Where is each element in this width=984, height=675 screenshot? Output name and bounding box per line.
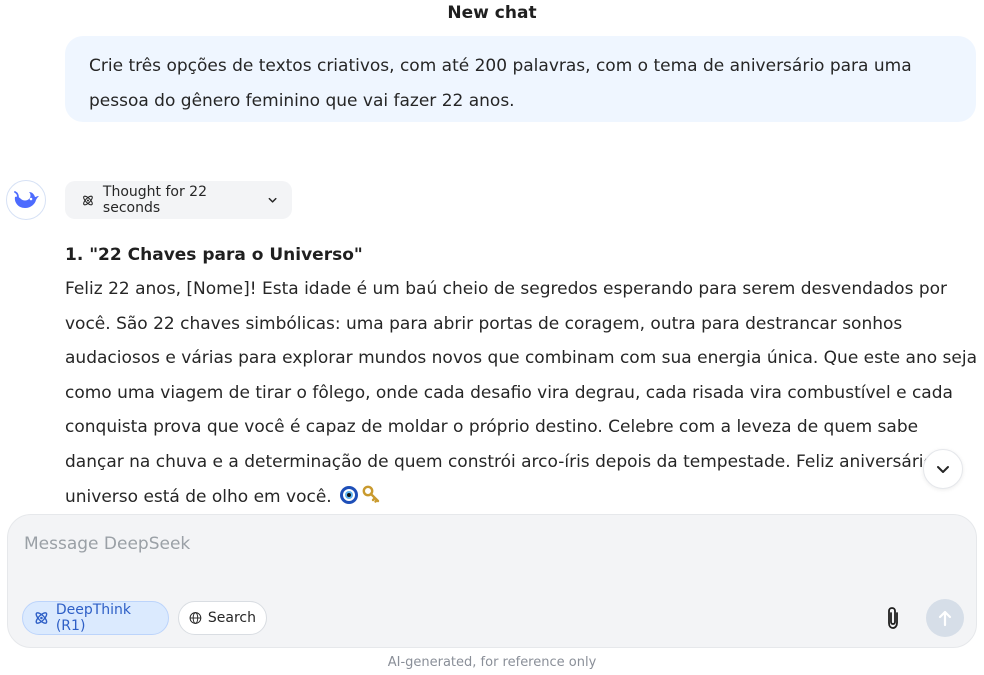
message-composer: DeepThink (R1) Search	[7, 514, 977, 648]
disclaimer-text: AI-generated, for reference only	[387, 655, 597, 670]
search-toggle[interactable]: Search	[178, 601, 267, 635]
scroll-down-button[interactable]	[923, 449, 963, 489]
thought-toggle-button[interactable]: Thought for 22 seconds	[65, 181, 292, 219]
answer-line: dançar na chuva e a determinação de quem…	[65, 451, 934, 472]
deepthink-label: DeepThink (R1)	[55, 602, 132, 634]
deepthink-toggle[interactable]: DeepThink (R1)	[22, 601, 169, 635]
user-message-line: pessoa do gênero feminino que vai fazer …	[89, 91, 515, 111]
assistant-avatar	[6, 180, 46, 220]
attach-file-button[interactable]	[878, 601, 908, 635]
answer-last-line: universo está de olho em você.	[65, 480, 980, 512]
nazar-amulet-emoji	[340, 485, 359, 504]
answer-line: como uma viagem de tirar o fôlego, onde …	[65, 382, 953, 403]
user-message-line: Crie três opções de textos criativos, co…	[89, 56, 912, 76]
chevron-down-icon	[268, 197, 277, 203]
atom-icon	[83, 195, 93, 205]
message-input[interactable]	[24, 529, 924, 559]
answer-heading: 1. "22 Chaves para o Universo"	[65, 245, 363, 265]
whale-logo-icon	[14, 191, 39, 208]
old-key-emoji	[362, 485, 380, 503]
page-title: New chat	[447, 3, 537, 23]
answer-line: audaciosos e várias para explorar mundos…	[65, 348, 977, 369]
chat-page: New chat Crie três opções de textos cria…	[0, 0, 984, 675]
globe-icon	[189, 612, 202, 624]
chevron-down-icon	[937, 466, 949, 473]
thought-label: Thought for 22 seconds	[102, 184, 207, 216]
assistant-answer: 1. "22 Chaves para o Universo" Feliz 22 …	[65, 238, 980, 512]
answer-line: universo está de olho em você.	[65, 486, 332, 507]
paperclip-icon	[888, 607, 898, 629]
atom-icon	[35, 612, 48, 624]
send-button[interactable]	[926, 599, 964, 637]
arrow-up-icon	[938, 610, 952, 627]
answer-line: você. São 22 chaves simbólicas: uma para…	[65, 313, 903, 334]
user-message-bubble: Crie três opções de textos criativos, co…	[65, 36, 976, 122]
search-label: Search	[207, 610, 256, 626]
answer-line: Feliz 22 anos, [Nome]! Esta idade é um b…	[65, 279, 948, 299]
answer-line: conquista prova que você é capaz de mold…	[65, 417, 919, 438]
